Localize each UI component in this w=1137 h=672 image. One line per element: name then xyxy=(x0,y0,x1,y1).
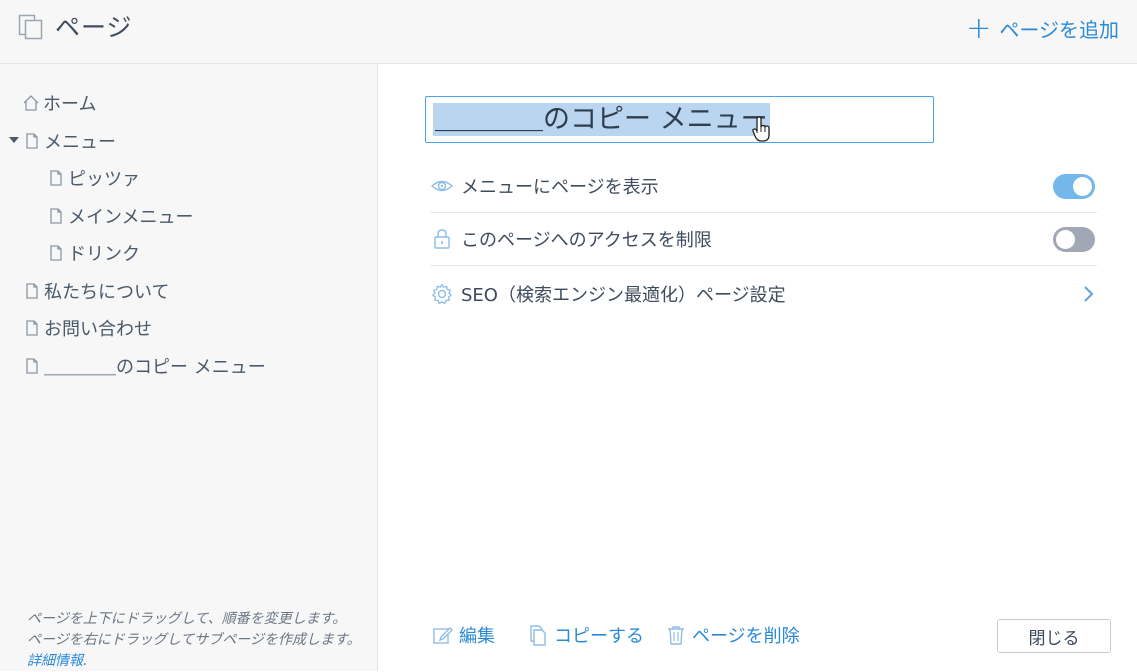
copy-button[interactable]: コピーする xyxy=(527,622,644,648)
edit-label: 編集 xyxy=(459,626,495,647)
add-page-label: ページを追加 xyxy=(999,18,1119,42)
sidebar-item-about[interactable]: 私たちについて xyxy=(23,278,169,304)
sidebar-item-home[interactable]: ホーム xyxy=(22,90,96,116)
more-info-link[interactable]: 詳細情報 xyxy=(27,653,83,669)
sidebar-item-label: ドリンク xyxy=(68,244,140,265)
page-icon xyxy=(23,319,41,337)
close-button[interactable]: 閉じる xyxy=(997,619,1111,653)
restrict-access-row: このページへのアクセスを制限 xyxy=(430,213,1097,266)
copy-label: コピーする xyxy=(554,626,644,647)
help-line: ページを上下にドラッグして、順番を変更します。 xyxy=(27,611,347,627)
help-line: ページを右にドラッグしてサブページを作成します。 xyxy=(27,632,361,648)
sidebar-item-menu-copy[interactable]: ＿＿＿＿のコピー メニュー xyxy=(23,353,266,379)
sidebar-help-text: ページを上下にドラッグして、順番を変更します。 ページを右にドラッグしてサブペー… xyxy=(27,611,361,669)
sidebar-item-contact[interactable]: お問い合わせ xyxy=(23,315,152,341)
show-in-menu-toggle[interactable] xyxy=(1053,174,1095,199)
page-icon xyxy=(47,244,65,262)
setting-label: メニューにページを表示 xyxy=(461,177,659,198)
page-icon xyxy=(23,357,41,375)
page-name-input[interactable]: ＿＿＿＿のコピー メニュー xyxy=(425,96,934,143)
toggle-knob xyxy=(1073,177,1092,196)
page-title: ページ xyxy=(55,13,133,42)
chevron-right-icon xyxy=(1084,286,1094,302)
toggle-knob xyxy=(1056,230,1075,249)
sidebar: ホーム メニュー ピッツァ メインメニュー ドリンク 私たちについて お問い合わ… xyxy=(0,64,378,671)
delete-page-button[interactable]: ページを削除 xyxy=(665,622,800,648)
sidebar-item-label: お問い合わせ xyxy=(44,319,152,340)
sidebar-item-main-menu[interactable]: メインメニュー xyxy=(47,203,193,229)
home-icon xyxy=(22,94,40,112)
sidebar-item-label: メニュー xyxy=(44,132,116,153)
trash-icon xyxy=(665,624,687,646)
caret-down-icon[interactable] xyxy=(9,137,19,143)
seo-settings-row[interactable]: SEO（検索エンジン最適化）ページ設定 xyxy=(430,267,1097,320)
eye-icon xyxy=(430,174,454,198)
lock-icon xyxy=(430,227,454,251)
sidebar-item-label: ピッツァ xyxy=(68,169,140,190)
copy-icon xyxy=(527,624,549,646)
page-name-value: ＿＿＿＿のコピー メニュー xyxy=(433,103,770,136)
sidebar-item-pizza[interactable]: ピッツァ xyxy=(47,165,140,191)
sidebar-item-drinks[interactable]: ドリンク xyxy=(47,240,140,266)
page-icon xyxy=(23,282,41,300)
delete-label: ページを削除 xyxy=(692,626,800,647)
add-page-button[interactable]: + ページを追加 xyxy=(966,10,1119,46)
edit-button[interactable]: 編集 xyxy=(432,622,495,648)
plus-icon: + xyxy=(966,10,992,46)
header-bar: ページ + ページを追加 xyxy=(0,0,1137,64)
hand-cursor-icon xyxy=(752,116,770,142)
show-in-menu-row: メニューにページを表示 xyxy=(430,160,1097,213)
page-icon xyxy=(47,169,65,187)
setting-label: SEO（検索エンジン最適化）ページ設定 xyxy=(461,284,786,306)
sidebar-item-label: 私たちについて xyxy=(44,282,170,303)
gear-icon xyxy=(430,282,454,306)
sidebar-item-label: メインメニュー xyxy=(68,207,194,228)
page-icon xyxy=(47,207,65,225)
pencil-icon xyxy=(432,624,454,646)
page-icon xyxy=(23,132,41,150)
restrict-access-toggle[interactable] xyxy=(1053,227,1095,252)
sidebar-item-menu[interactable]: メニュー xyxy=(9,128,116,154)
setting-label: このページへのアクセスを制限 xyxy=(461,230,712,251)
sidebar-item-label: ホーム xyxy=(43,94,97,115)
pages-icon xyxy=(18,14,44,40)
sidebar-item-label: ＿＿＿＿のコピー メニュー xyxy=(44,357,266,378)
